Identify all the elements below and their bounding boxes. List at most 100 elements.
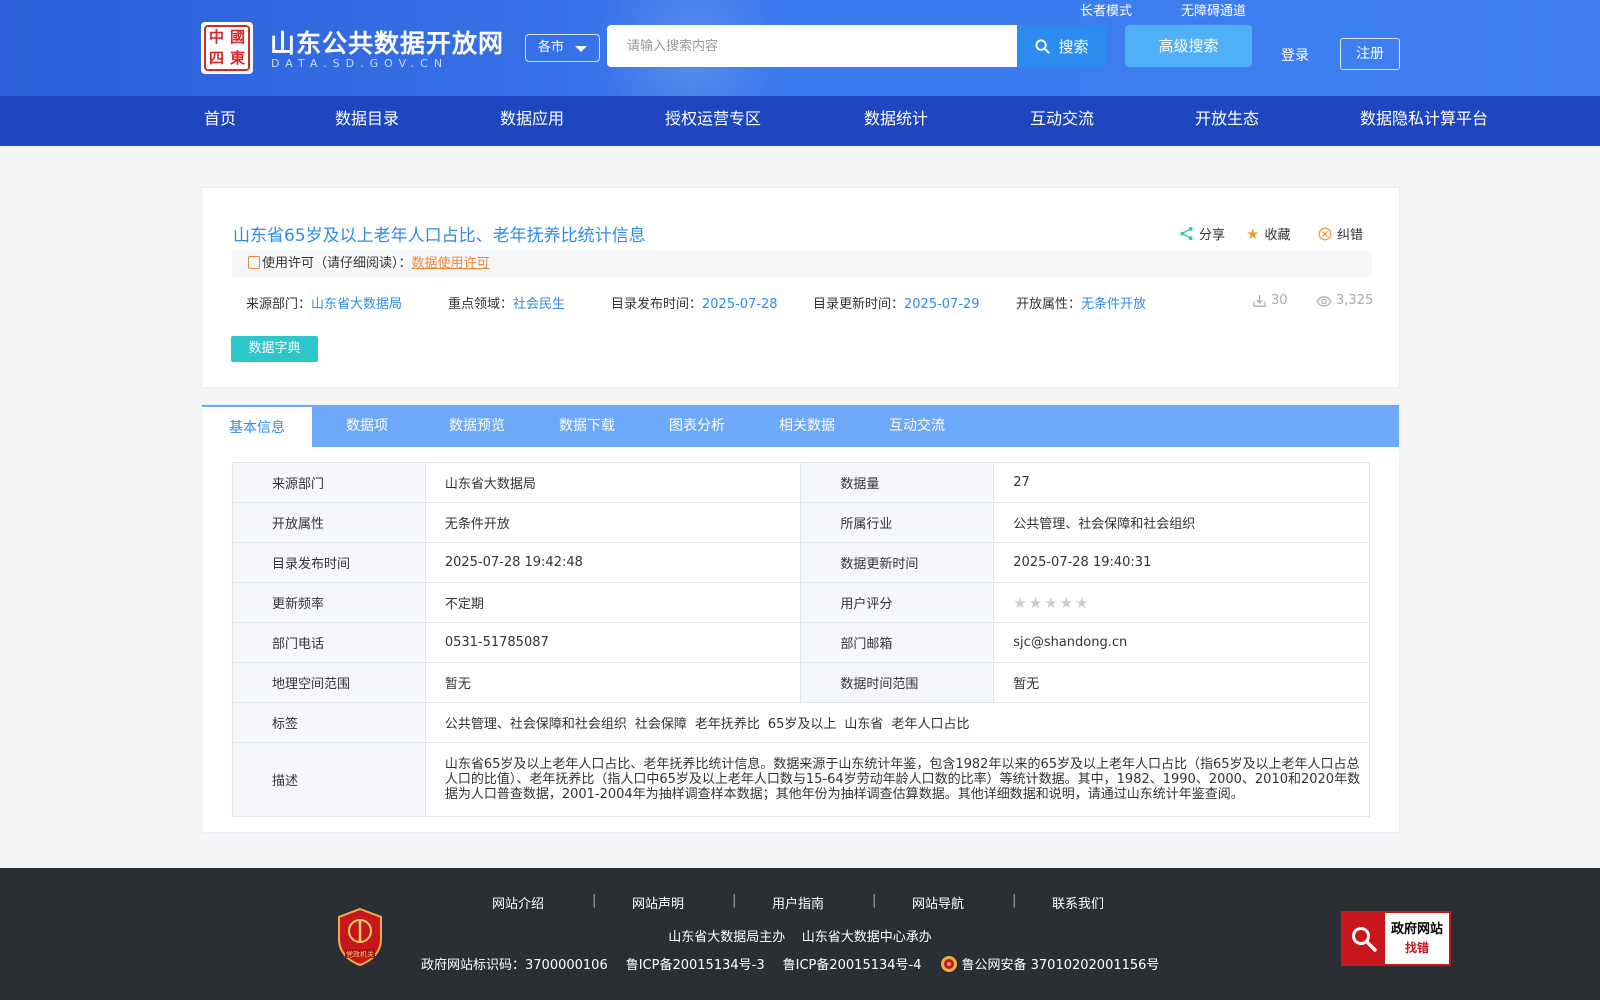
tag-item[interactable]: 山东省 [844, 717, 883, 732]
desc-label: 描述 [232, 742, 426, 817]
tag-item[interactable]: 社会保障 [635, 717, 687, 732]
footer-separator: | [1012, 893, 1017, 908]
error-report-icon [1318, 227, 1332, 240]
catalog-publish-value: 2025-07-28 19:42:48 [424, 542, 802, 583]
tab-data-preview[interactable]: 数据预览 [422, 405, 532, 447]
search-icon [1035, 38, 1051, 54]
nav-item-authorized-ops[interactable]: 授权运营专区 [665, 96, 761, 146]
site-logo-seal[interactable]: 中 國 四 東 [201, 22, 253, 74]
search-button[interactable]: 搜索 [1017, 25, 1107, 67]
footer-link-statement[interactable]: 网站声明 [632, 893, 684, 912]
footer-icp-1[interactable]: 鲁ICP备20015134号-3 [626, 954, 765, 973]
nav-item-statistics[interactable]: 数据统计 [864, 96, 928, 146]
catalog-publish-label: 目录发布时间 [232, 542, 426, 583]
footer-link-about[interactable]: 网站介绍 [492, 893, 544, 912]
time-range-value: 暂无 [993, 662, 1370, 703]
table-row: 部门电话 0531-51785087 部门邮箱 sjc@shandong.cn [232, 622, 1370, 663]
nav-item-interaction[interactable]: 互动交流 [1030, 96, 1094, 146]
tag-item[interactable]: 公共管理、社会保障和社会组织 [445, 717, 627, 732]
data-volume-label: 数据量 [800, 462, 995, 503]
download-count: 30 [1252, 293, 1288, 308]
magnifier-icon [1343, 913, 1385, 964]
footer-link-guide[interactable]: 用户指南 [772, 893, 824, 912]
favorite-button[interactable]: ★ 收藏 [1246, 224, 1291, 244]
meta-publish-label: 目录发布时间： [611, 297, 703, 312]
open-attr-label: 开放属性 [232, 502, 426, 543]
gov-badge-line1: 政府网站 [1390, 921, 1443, 937]
register-button[interactable]: 注册 [1340, 38, 1400, 70]
nav-item-catalog[interactable]: 数据目录 [335, 96, 399, 146]
tab-chart-analysis[interactable]: 图表分析 [642, 405, 752, 447]
nav-item-privacy-computing[interactable]: 数据隐私计算平台 [1360, 96, 1488, 146]
dataset-detail-card: 基本信息 数据项 数据预览 数据下载 图表分析 相关数据 互动交流 来源部门 山… [201, 404, 1400, 833]
footer-links: 网站介绍 | 网站声明 | 用户指南 | 网站导航 | 联系我们 [492, 893, 1112, 913]
login-link[interactable]: 登录 [1281, 45, 1309, 65]
tag-item[interactable]: 老年抚养比 [695, 717, 760, 732]
police-emblem-icon [940, 955, 957, 972]
tab-data-download[interactable]: 数据下载 [532, 405, 642, 447]
frequency-value: 不定期 [424, 582, 802, 623]
seal-char: 四 [208, 49, 224, 67]
advanced-search-button[interactable]: 高级搜索 [1125, 25, 1252, 67]
nav-item-home[interactable]: 首页 [204, 96, 236, 146]
star-icon: ★ [1059, 593, 1076, 612]
eye-icon [1316, 295, 1332, 307]
meta-source-label: 来源部门： [246, 297, 312, 312]
nav-item-apps[interactable]: 数据应用 [500, 96, 564, 146]
report-error-button[interactable]: 纠错 [1318, 224, 1363, 243]
footer-separator: | [872, 893, 877, 908]
accessibility-link[interactable]: 无障碍通道 [1181, 0, 1246, 19]
geo-range-value: 暂无 [424, 662, 802, 703]
table-row: 地理空间范围 暂无 数据时间范围 暂无 [232, 662, 1370, 703]
site-header: 中 國 四 東 山东公共数据开放网 DATA.SD.GOV.CN 各市 搜索 高… [0, 0, 1600, 96]
meta-field-value[interactable]: 社会民生 [513, 297, 565, 312]
footer-police[interactable]: 鲁公网安备 37010202001156号 [940, 954, 1159, 973]
tags-value: 公共管理、社会保障和社会组织 社会保障 老年抚养比 65岁及以上 山东省 老年人口占比 [424, 702, 1371, 743]
meta-source-value[interactable]: 山东省大数据局 [311, 297, 402, 312]
frequency-label: 更新频率 [232, 582, 426, 623]
share-label: 分享 [1199, 228, 1226, 243]
rating-label: 用户评分 [800, 582, 995, 623]
footer-site-id: 政府网站标识码：3700000106 [421, 958, 608, 973]
license-link[interactable]: 数据使用许可 [412, 256, 490, 271]
tag-item[interactable]: 老年人口占比 [891, 717, 969, 732]
tab-related-data[interactable]: 相关数据 [752, 405, 862, 447]
nav-item-ecosystem[interactable]: 开放生态 [1195, 96, 1259, 146]
share-icon [1180, 226, 1193, 241]
meta-open-label: 开放属性： [1016, 297, 1082, 312]
elder-mode-link[interactable]: 长者模式 [1080, 0, 1132, 19]
favorite-label: 收藏 [1264, 228, 1291, 243]
star-icon: ★ [1044, 593, 1060, 612]
meta-open-value: 无条件开放 [1081, 297, 1147, 312]
city-select-value: 各市 [538, 40, 565, 55]
seal-char: 東 [229, 49, 245, 67]
data-dictionary-button[interactable]: 数据字典 [231, 336, 318, 362]
share-button[interactable]: 分享 [1179, 224, 1225, 243]
search-input[interactable] [607, 25, 1017, 67]
desc-value: 山东省65岁及以上老年人口占比、老年抚养比统计信息。数据来源于山东统计年鉴，包含… [424, 742, 1371, 817]
table-row: 更新频率 不定期 用户评分 ★★★★★ [232, 582, 1370, 623]
seal-char: 國 [229, 28, 245, 46]
gov-badge-text: 政府网站 找错 [1385, 913, 1449, 964]
seal-char: 中 [208, 28, 224, 46]
download-icon [1253, 294, 1266, 307]
footer-icp-2[interactable]: 鲁ICP备20015134号-4 [783, 954, 922, 973]
tag-item[interactable]: 65岁及以上 [768, 717, 837, 732]
city-select[interactable]: 各市 [525, 34, 600, 62]
meta-update: 目录更新时间：2025-07-29 [813, 293, 980, 312]
footer-separator: | [592, 893, 597, 908]
tab-data-items[interactable]: 数据项 [312, 405, 422, 447]
table-row: 开放属性 无条件开放 所属行业 公共管理、社会保障和社会组织 [232, 502, 1370, 543]
tab-interaction[interactable]: 互动交流 [862, 405, 972, 447]
rating-stars[interactable]: ★★★★★ [1013, 594, 1090, 612]
gov-site-error-report-badge[interactable]: 政府网站 找错 [1341, 911, 1451, 966]
site-title[interactable]: 山东公共数据开放网 [270, 24, 504, 60]
license-prefix: 使用许可（请仔细阅读）： [262, 256, 412, 271]
footer-host: 山东省大数据局主办 [668, 930, 786, 945]
tab-basic-info[interactable]: 基本信息 [202, 405, 312, 447]
footer-link-sitemap[interactable]: 网站导航 [912, 893, 964, 912]
footer-link-contact[interactable]: 联系我们 [1052, 893, 1104, 912]
download-count-value: 30 [1271, 293, 1288, 308]
meta-publish-value: 2025-07-28 [702, 297, 778, 312]
meta-open: 开放属性：无条件开放 [1016, 293, 1146, 312]
